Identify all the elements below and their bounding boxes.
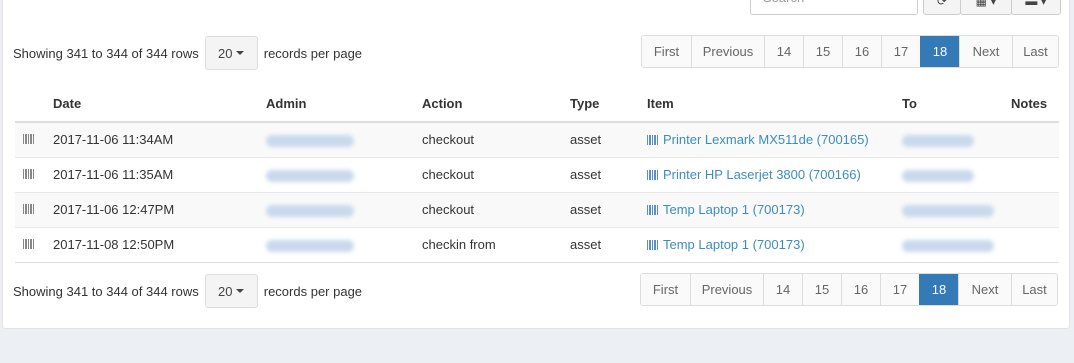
cell-type: asset (562, 191, 639, 227)
col-to-header[interactable]: To (894, 86, 1003, 123)
barcode-icon (15, 191, 45, 227)
page-size-select[interactable]: 20 (204, 274, 258, 308)
refresh-icon: ⟳ (936, 0, 948, 8)
cell-admin[interactable] (258, 156, 414, 192)
cell-notes (1003, 121, 1059, 157)
search-input[interactable]: Search (750, 0, 918, 15)
pagination-bottom: First Previous 14 15 16 17 18 Next Last (640, 273, 1058, 306)
page-last-button[interactable]: Last (1012, 36, 1058, 67)
page-17-button[interactable]: 17 (881, 36, 920, 67)
page-size-select[interactable]: 20 (204, 36, 258, 70)
item-link[interactable]: Temp Laptop 1 (700173) (663, 202, 805, 217)
cell-admin[interactable] (258, 121, 414, 157)
cell-to[interactable] (894, 191, 1003, 227)
table-row: 2017-11-06 11:34AM checkout asset Printe… (15, 121, 1059, 157)
cell-to[interactable] (894, 156, 1003, 192)
barcode-icon (647, 205, 659, 215)
item-link[interactable]: Printer HP Laserjet 3800 (700166) (663, 167, 861, 182)
page-18-button[interactable]: 18 (919, 274, 958, 305)
cell-action: checkout (414, 191, 562, 227)
barcode-icon (647, 170, 659, 180)
cell-action: checkout (414, 121, 562, 157)
cell-notes (1003, 156, 1059, 192)
col-date-header[interactable]: Date (45, 86, 258, 123)
col-item-header[interactable]: Item (639, 86, 894, 123)
pagination-info-bottom: Showing 341 to 344 of 344 rows 20 record… (13, 274, 362, 308)
page-first-button[interactable]: First (641, 274, 690, 305)
page-14-button[interactable]: 14 (763, 274, 802, 305)
page-15-button[interactable]: 15 (802, 274, 841, 305)
table-row: 2017-11-06 11:35AM checkout asset Printe… (15, 156, 1059, 192)
columns-icon: ▦ ▾ (975, 0, 997, 8)
pagination-detail: Showing 341 to 344 of 344 rows (13, 45, 199, 61)
pagination-info-top: Showing 341 to 344 of 344 rows 20 record… (13, 36, 362, 70)
page-15-button[interactable]: 15 (803, 36, 842, 67)
page-size-value: 20 (218, 283, 233, 299)
table-header-row: Date Admin Action Type Item To Notes (15, 86, 1059, 123)
item-link[interactable]: Printer Lexmark MX511de (700165) (663, 132, 869, 147)
export-icon: ▬ ▾ (1025, 0, 1047, 8)
pagination-top: First Previous 14 15 16 17 18 Next Last (641, 35, 1059, 68)
barcode-icon (647, 240, 659, 250)
records-per-page-label: records per page (263, 45, 363, 61)
page-18-button[interactable]: 18 (920, 36, 959, 67)
cell-item[interactable]: Temp Laptop 1 (700173) (639, 191, 894, 227)
cell-type: asset (562, 121, 639, 157)
barcode-icon (15, 121, 45, 157)
table-row: 2017-11-08 12:50PM checkin from asset Te… (15, 226, 1059, 263)
cell-type: asset (562, 226, 639, 263)
page-last-button[interactable]: Last (1011, 274, 1057, 305)
cell-action: checkout (414, 156, 562, 192)
refresh-button[interactable]: ⟳ (923, 0, 961, 15)
page-16-button[interactable]: 16 (842, 36, 881, 67)
col-admin-header[interactable]: Admin (258, 86, 414, 123)
table-row: 2017-11-06 12:47PM checkout asset Temp L… (15, 191, 1059, 227)
cell-date: 2017-11-08 12:50PM (45, 226, 258, 263)
barcode-icon (15, 156, 45, 192)
cell-date: 2017-11-06 11:34AM (45, 121, 258, 157)
barcode-icon (647, 135, 659, 146)
caret-down-icon (236, 289, 245, 293)
barcode-icon (15, 226, 45, 263)
cell-date: 2017-11-06 11:35AM (45, 156, 258, 192)
cell-admin[interactable] (258, 191, 414, 227)
cell-notes (1003, 191, 1059, 227)
cell-date: 2017-11-06 12:47PM (45, 191, 258, 227)
cell-notes (1003, 226, 1059, 263)
cell-item[interactable]: Temp Laptop 1 (700173) (639, 226, 894, 263)
cell-to[interactable] (894, 226, 1003, 263)
records-per-page-label: records per page (263, 283, 363, 299)
page-16-button[interactable]: 16 (841, 274, 880, 305)
cell-admin[interactable] (258, 226, 414, 263)
export-button[interactable]: ▬ ▾ (1011, 0, 1061, 15)
cell-to[interactable] (894, 121, 1003, 157)
page-next-button[interactable]: Next (958, 274, 1011, 305)
cell-item[interactable]: Printer HP Laserjet 3800 (700166) (639, 156, 894, 192)
page-previous-button[interactable]: Previous (690, 274, 763, 305)
item-link[interactable]: Temp Laptop 1 (700173) (663, 237, 805, 252)
col-notes-header[interactable]: Notes (1003, 86, 1059, 123)
pagination-detail: Showing 341 to 344 of 344 rows (13, 283, 199, 299)
cell-item[interactable]: Printer Lexmark MX511de (700165) (639, 121, 894, 157)
page-next-button[interactable]: Next (959, 36, 1012, 67)
col-type-header[interactable]: Type (562, 86, 639, 123)
caret-down-icon (236, 51, 245, 55)
cell-type: asset (562, 156, 639, 192)
activity-table: Date Admin Action Type Item To Notes 201… (15, 86, 1059, 263)
col-icon-header (15, 86, 45, 123)
col-action-header[interactable]: Action (414, 86, 562, 123)
page-previous-button[interactable]: Previous (691, 36, 764, 67)
page-17-button[interactable]: 17 (880, 274, 919, 305)
page-size-value: 20 (218, 45, 233, 61)
columns-button[interactable]: ▦ ▾ (960, 0, 1012, 15)
page-14-button[interactable]: 14 (764, 36, 803, 67)
cell-action: checkin from (414, 226, 562, 263)
activity-panel: Search ⟳ ▦ ▾ ▬ ▾ Showing 341 to 344 of 3… (2, 0, 1070, 329)
page-first-button[interactable]: First (642, 36, 691, 67)
